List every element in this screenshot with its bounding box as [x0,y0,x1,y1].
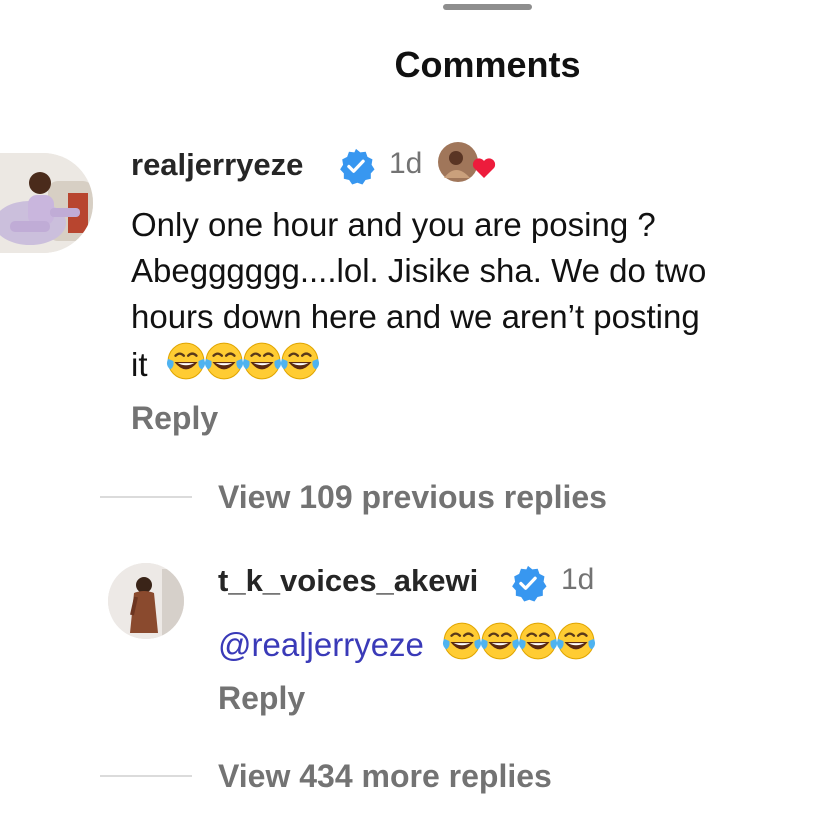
comment-text-line: it [131,340,706,388]
comment-username[interactable]: realjerryeze [131,147,303,183]
heart-badge-icon [438,142,496,182]
face-with-tears-of-joy-icon [165,340,207,382]
face-with-tears-of-joy-icon [555,620,597,662]
view-more-replies-button[interactable]: View 434 more replies [218,758,552,795]
reply-button[interactable]: Reply [218,680,305,717]
page-title: Comments [394,44,581,85]
comment-text-tail: it [131,346,148,383]
reply-body: @realjerryeze [218,620,593,668]
face-with-tears-of-joy-icon [203,340,245,382]
emoji-group [441,620,593,662]
thread-divider [100,775,192,777]
avatar[interactable] [0,153,93,253]
reply-timestamp: 1d [561,563,595,596]
face-with-tears-of-joy-icon [241,340,283,382]
face-with-tears-of-joy-icon [279,340,321,382]
face-with-tears-of-joy-icon [441,620,483,662]
sheet-drag-handle[interactable] [443,4,532,10]
view-previous-replies-button[interactable]: View 109 previous replies [218,479,607,516]
thread-divider [100,496,192,498]
comment-text-line: hours down here and we aren’t posting [131,298,700,335]
emoji-group [165,340,317,382]
verified-badge-icon [337,147,375,185]
comment-timestamp: 1d [389,147,423,180]
avatar[interactable] [108,563,184,639]
reply-button[interactable]: Reply [131,400,218,437]
reply-username[interactable]: t_k_voices_akewi [218,563,478,599]
comment-text-line: Abegggggg....lol. Jisike sha. We do two [131,252,707,289]
face-with-tears-of-joy-icon [517,620,559,662]
face-with-tears-of-joy-icon [479,620,521,662]
comment-text-line: Only one hour and you are posing ? [131,206,656,243]
comment-body: Only one hour and you are posing ? Abegg… [131,202,706,388]
mention-link[interactable]: @realjerryeze [218,626,424,663]
verified-badge-icon [509,564,547,602]
